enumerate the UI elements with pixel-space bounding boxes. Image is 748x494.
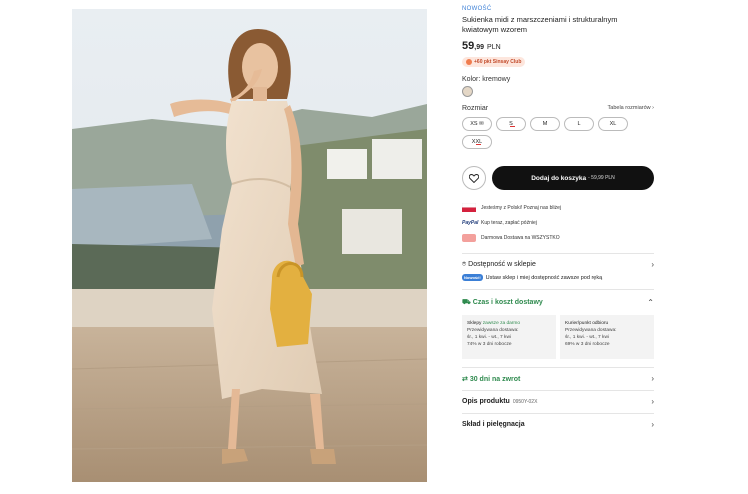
chevron-right-icon: › [652, 105, 654, 111]
delivery-option-name: Kurier/punkt odbioru [565, 321, 609, 326]
store-availability-section[interactable]: ⌾ Dostępność w sklepie › Nowość! Ustaw s… [462, 253, 654, 281]
size-label: Rozmiar [462, 105, 489, 112]
delivery-options: Sklepy zawsze za darmo Przewidywana dost… [462, 315, 654, 359]
product-title: Sukienka midi z marszczeniami i struktur… [462, 15, 618, 34]
low-stock-indicator [476, 144, 481, 145]
add-to-cart-button[interactable]: Dodaj do koszyka - 59,99 PLN [492, 166, 654, 190]
chevron-right-icon: › [651, 260, 654, 269]
size-option-label: M [542, 121, 548, 127]
delivery-estimate-dates: śr., 1 kwi. - wt., 7 kwi [467, 335, 511, 340]
club-points-badge: +60 pkt Sinsay Club [462, 57, 526, 67]
size-option-s[interactable]: S [496, 117, 526, 131]
size-option-xs[interactable]: XS ✉ [462, 117, 492, 131]
color-swatch-cream[interactable] [462, 86, 473, 97]
description-title-wrap: Opis produktu 0950Y-02X [462, 398, 537, 405]
delivery-option-name: Sklepy [467, 321, 482, 326]
care-title: Skład i pielęgnacja [462, 421, 525, 428]
poland-flag-icon [462, 203, 476, 212]
delivery-title-wrap: ⛟ Czas i koszt dostawy [462, 298, 543, 307]
location-pin-icon: ⌾ [462, 260, 467, 268]
care-row-inner: Skład i pielęgnacja › [462, 420, 654, 429]
returns-title: 30 dni na zwrot [469, 375, 521, 383]
benefit-item[interactable]: Darmowa Dostawa na WSZYSTKO [462, 230, 654, 245]
returns-row-inner: ⇄ 30 dni na zwrot › [462, 374, 654, 383]
truck-icon: ⛟ [462, 299, 471, 306]
size-options: XS ✉ S M L XL XXL [462, 117, 632, 149]
club-icon [466, 59, 472, 65]
color-label: Kolor: kremowy [462, 76, 511, 83]
size-header: Rozmiar Tabela rozmiarów › [462, 105, 654, 112]
store-availability-text: Ustaw sklep i miej dostępność zawsze pod… [485, 274, 603, 281]
delivery-estimate-label: Przewidywana dostawa: [565, 328, 617, 333]
benefit-item[interactable]: PayPal Kup teraz, zapłać później [462, 215, 654, 230]
size-guide-link[interactable]: Tabela rozmiarów › [608, 105, 654, 112]
size-guide-text: Tabela rozmiarów [607, 105, 651, 111]
store-availability-title-wrap: ⌾ Dostępność w sklepie [462, 261, 536, 269]
benefit-item[interactable]: Jesteśmy z Polski! Poznaj nas bliżej [462, 200, 654, 215]
price-cents: ,99 [474, 44, 484, 51]
description-row[interactable]: Opis produktu 0950Y-02X › [462, 390, 654, 408]
delivery-row: ⛟ Czas i koszt dostawy ⌃ [462, 298, 654, 307]
new-tag: NOWOŚĆ [462, 6, 492, 12]
benefit-text: Darmowa Dostawa na WSZYSTKO [481, 234, 560, 241]
chevron-right-icon: › [651, 374, 654, 383]
chevron-right-icon: › [651, 420, 654, 429]
delivery-option-free: zawsze za darmo [482, 321, 521, 326]
store-availability-title: Dostępność w sklepie [468, 260, 536, 268]
envelope-icon: ✉ [479, 121, 484, 127]
delivery-option-courier: Kurier/punkt odbioru Przewidywana dostaw… [560, 315, 654, 359]
size-option-m[interactable]: M [530, 117, 560, 131]
low-stock-indicator [510, 126, 515, 127]
purchase-actions: Dodaj do koszyka - 59,99 PLN [462, 166, 654, 190]
returns-title-wrap: ⇄ 30 dni na zwrot [462, 375, 520, 383]
description-row-inner: Opis produktu 0950Y-02X › [462, 397, 654, 406]
product-details-panel: NOWOŚĆ Sukienka midi z marszczeniami i s… [462, 6, 654, 429]
size-option-label: L [577, 121, 581, 127]
returns-row[interactable]: ⇄ 30 dni na zwrot › [462, 367, 654, 385]
model-photo-image [72, 9, 427, 482]
return-arrows-icon: ⇄ [462, 375, 468, 383]
new-badge: Nowość! [462, 274, 483, 281]
store-availability-note: Nowość! Ustaw sklep i miej dostępność za… [462, 274, 654, 281]
price-currency: PLN [487, 44, 501, 51]
delivery-truck-icon [462, 233, 476, 242]
product-photo[interactable] [72, 9, 427, 482]
delivery-section[interactable]: ⛟ Czas i koszt dostawy ⌃ Sklepy zawsze z… [462, 289, 654, 359]
delivery-estimate-dates: śr., 1 kwi. - wt., 7 kwi [565, 335, 609, 340]
price-main: 59 [462, 40, 475, 52]
delivery-option-stores: Sklepy zawsze za darmo Przewidywana dost… [462, 315, 556, 359]
delivery-estimate-label: Przewidywana dostawa: [467, 328, 519, 333]
delivery-option-head: Sklepy zawsze za darmo [467, 320, 551, 327]
size-option-xxl[interactable]: XXL [462, 135, 492, 149]
paypal-icon: PayPal [462, 219, 479, 226]
store-availability-row: ⌾ Dostępność w sklepie › [462, 259, 654, 270]
benefit-text: Kup teraz, zapłać później [481, 219, 537, 226]
size-option-l[interactable]: L [564, 117, 594, 131]
club-points-text: +60 pkt Sinsay Club [474, 59, 522, 65]
wishlist-button[interactable] [462, 166, 486, 190]
care-row[interactable]: Skład i pielęgnacja › [462, 413, 654, 429]
size-option-xl[interactable]: XL [598, 117, 628, 131]
size-option-label: XL [609, 121, 617, 127]
delivery-title: Czas i koszt dostawy [472, 299, 543, 306]
description-title: Opis produktu [462, 398, 510, 405]
benefit-text: Jesteśmy z Polski! Poznaj nas bliżej [481, 204, 562, 211]
add-to-cart-label: Dodaj do koszyka [531, 174, 587, 182]
delivery-estimate-rate: 69% w 3 dni robocze [565, 342, 610, 347]
benefits-list: Jesteśmy z Polski! Poznaj nas bliżej Pay… [462, 200, 654, 245]
color-section: Kolor: kremowy [462, 76, 654, 97]
chevron-right-icon: › [651, 397, 654, 406]
chevron-up-icon: ⌃ [647, 298, 654, 307]
heart-icon [469, 173, 479, 183]
size-option-label: XS [470, 121, 478, 127]
add-to-cart-price: - 59,99 PLN [588, 175, 615, 181]
product-code: 0950Y-02X [512, 399, 538, 405]
delivery-estimate-rate: 74% w 3 dni robocze [467, 342, 512, 347]
product-price: 59,99 PLN [462, 40, 654, 52]
